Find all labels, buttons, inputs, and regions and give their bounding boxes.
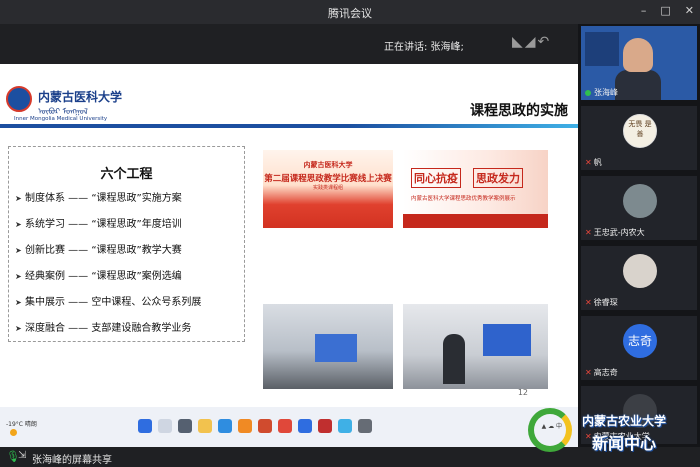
participant-tile[interactable]: ✕ 徐睿琛 xyxy=(581,246,697,310)
maximize-button[interactable]: □ xyxy=(660,4,670,17)
title-bar: 腾讯会议 – □ ✕ xyxy=(0,0,700,24)
arrow-icon: ➤ xyxy=(15,220,22,229)
avatar: 无畏 是 善 xyxy=(623,114,657,148)
arrow-icon: ➤ xyxy=(15,298,22,307)
arrow-icon: ➤ xyxy=(15,272,22,281)
shared-slide: 内蒙古医科大学 ᠥᠪᠦᠷ ᠮᠣᠩᠭᠣᠯ Inner Mongolia Medic… xyxy=(0,64,578,407)
participant-video xyxy=(623,38,653,72)
page-number: 12 xyxy=(517,388,528,397)
lecture-photo xyxy=(403,304,548,389)
window-controls: – □ ✕ xyxy=(641,4,694,17)
folder-icon[interactable] xyxy=(198,419,212,433)
app-icon[interactable] xyxy=(338,419,352,433)
list-item: ➤ 深度融合 —— 支部建设融合教学业务 xyxy=(15,323,192,334)
six-projects-box: 六个工程 ➤ 制度体系 —— “课程思政”实施方案 ➤ 系统学习 —— “课程思政”… xyxy=(8,146,245,342)
list-item: ➤ 经典案例 —— “课程思政”案例选编 xyxy=(15,271,182,282)
participants-panel: 张海峰 无畏 是 善 ✕ 帆 ✕ 王忠武-内农大 ✕ 徐睿琛 志奇 ✕ 高志奇 ✕ 内蒙古… xyxy=(578,24,700,447)
meeting-room-photo xyxy=(263,304,393,389)
list-item: ➤ 创新比赛 —— “课程思政”教学大赛 xyxy=(15,245,182,256)
speaking-icon xyxy=(585,89,591,96)
expand-icon[interactable]: ⇲ xyxy=(18,450,26,461)
slide-title: 课程思政的实施 xyxy=(470,103,568,119)
window-title: 腾讯会议 xyxy=(328,7,372,20)
contest-poster: 内蒙古医科大学 第二届课程思政教学比赛线上决赛 实践类课程组 xyxy=(263,150,393,228)
app-icon[interactable] xyxy=(298,419,312,433)
close-button[interactable]: ✕ xyxy=(685,4,694,17)
weather-readout: -19°C 晴朗 xyxy=(6,421,37,428)
minimize-button[interactable]: – xyxy=(641,4,647,17)
participant-name: 王忠武-内农大 xyxy=(593,228,645,237)
avatar xyxy=(623,254,657,288)
projects-heading: 六个工程 xyxy=(100,167,153,182)
task-view-icon[interactable] xyxy=(178,419,192,433)
list-item: ➤ 制度体系 —— “课程思政”实施方案 xyxy=(15,193,182,204)
shared-screen-thumbnail xyxy=(585,32,619,66)
projects-list: ➤ 制度体系 —— “课程思政”实施方案 ➤ 系统学习 —— “课程思政”年度培训 … xyxy=(15,189,201,345)
logo-english: Inner Mongolia Medical University xyxy=(14,116,108,122)
arrow-icon: ➤ xyxy=(15,324,22,333)
participant-name: 徐睿琛 xyxy=(593,298,618,307)
speaking-indicator: 正在讲话: 张海峰; xyxy=(384,42,464,53)
list-item: ➤ 系统学习 —— “课程思政”年度培训 xyxy=(15,219,182,230)
logo-mongolian: ᠥᠪᠦᠷ ᠮᠣᠩᠭᠣᠯ xyxy=(38,107,88,116)
weather-icon xyxy=(10,429,17,436)
mic-muted-icon: ✕ xyxy=(585,158,592,167)
windows-taskbar: -19°C 晴朗 ▲ ☁ 中 xyxy=(0,407,578,447)
participant-name: 高志奇 xyxy=(593,368,618,377)
screen-share-label: 张海峰的屏幕共享 xyxy=(32,455,112,466)
participant-name: 帆 xyxy=(593,158,602,167)
arrow-icon: ➤ xyxy=(15,194,22,203)
participant-name: 张海峰 xyxy=(594,88,618,97)
news-center-watermark: 内蒙古农业大学 新闻中心 xyxy=(528,404,700,464)
taskbar-apps xyxy=(138,419,372,433)
list-item: ➤ 集中展示 —— 空中课程、公众号系列展 xyxy=(15,297,202,308)
watermark-logo-icon xyxy=(528,408,572,452)
app-icon[interactable] xyxy=(258,419,272,433)
mic-muted-icon: ✕ xyxy=(585,298,592,307)
app-icon[interactable] xyxy=(358,419,372,433)
emblem-icon xyxy=(6,86,32,112)
mic-muted-icon: ✕ xyxy=(585,228,592,237)
title-rule xyxy=(0,124,578,128)
annotation-toolbar-icon[interactable]: ◣◢↶ xyxy=(512,34,551,50)
participant-tile[interactable]: 志奇 ✕ 高志奇 xyxy=(581,316,697,380)
windows-start-icon[interactable] xyxy=(138,419,152,433)
mic-muted-icon: ✕ xyxy=(585,368,592,377)
app-icon[interactable] xyxy=(278,419,292,433)
arrow-icon: ➤ xyxy=(15,246,22,255)
firefox-icon[interactable] xyxy=(238,419,252,433)
participant-tile[interactable]: 张海峰 xyxy=(581,26,697,100)
avatar xyxy=(623,184,657,218)
university-logo: 内蒙古医科大学 ᠥᠪᠦᠷ ᠮᠣᠩᠭᠣᠯ Inner Mongolia Medic… xyxy=(6,86,126,126)
search-icon[interactable] xyxy=(158,419,172,433)
avatar: 志奇 xyxy=(623,324,657,358)
participant-tile[interactable]: ✕ 王忠武-内农大 xyxy=(581,176,697,240)
participant-tile[interactable]: 无畏 是 善 ✕ 帆 xyxy=(581,106,697,170)
app-icon[interactable] xyxy=(318,419,332,433)
browser-icon[interactable] xyxy=(218,419,232,433)
antiepidemic-poster: 同心抗疫 思政发力 内蒙古医科大学课程思政优秀教学案例展示 xyxy=(403,150,548,228)
speaking-bar: 正在讲话: 张海峰; ◣◢↶ xyxy=(0,24,578,64)
